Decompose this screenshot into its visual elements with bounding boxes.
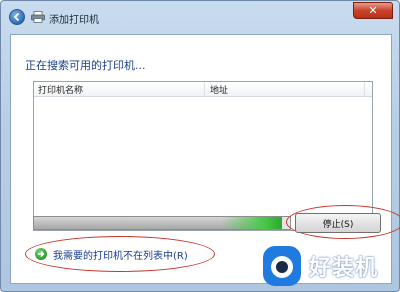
searching-heading: 正在搜索可用的打印机...: [25, 59, 146, 72]
back-arrow-icon: [13, 12, 20, 22]
column-header-address[interactable]: 地址: [210, 83, 228, 96]
header-scroll-corner: [364, 82, 372, 96]
watermark-logo: [263, 246, 301, 286]
window-title: 添加打印机: [49, 15, 99, 26]
watermark: 好装机: [263, 241, 397, 291]
green-arrow-icon: [35, 248, 47, 260]
printer-icon: [31, 11, 45, 23]
watermark-text: 好装机: [309, 256, 379, 281]
title-bar: 添加打印机 ✕: [1, 1, 399, 33]
search-progress-bar: [33, 216, 291, 230]
add-printer-window: 添加打印机 ✕ 正在搜索可用的打印机... 打印机名称 地址 停止(S) 我需要…: [0, 0, 400, 292]
close-icon: ✕: [368, 4, 378, 17]
progress-glow: [222, 217, 282, 229]
back-button[interactable]: [9, 9, 25, 25]
watermark-pupil: [276, 261, 288, 273]
printer-not-listed-label: 我需要的打印机不在列表中(R): [53, 250, 188, 262]
stop-button[interactable]: 停止(S): [295, 213, 381, 233]
list-header: 打印机名称 地址: [34, 82, 372, 97]
printer-not-listed-link[interactable]: 我需要的打印机不在列表中(R): [35, 246, 188, 262]
close-button[interactable]: ✕: [353, 2, 393, 19]
column-divider: [204, 82, 205, 96]
column-header-printer-name[interactable]: 打印机名称: [38, 83, 83, 96]
